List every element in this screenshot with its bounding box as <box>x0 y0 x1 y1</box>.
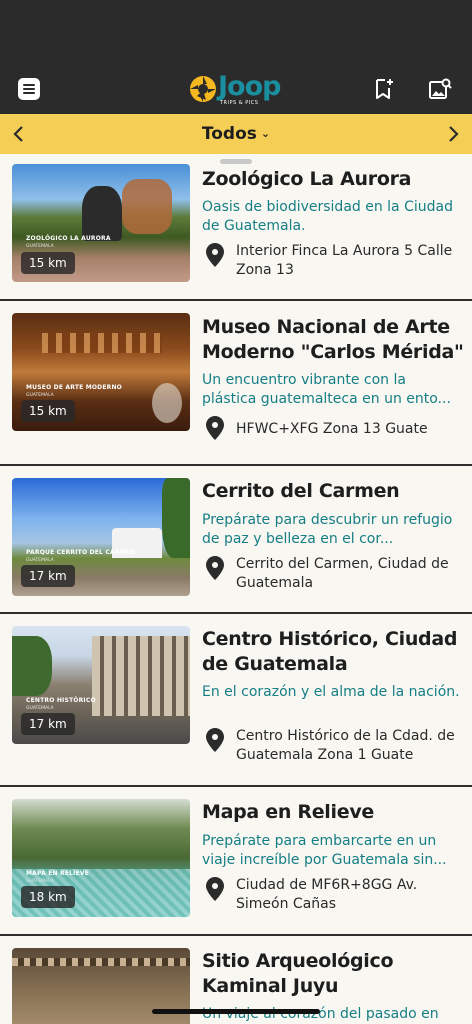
place-image: MUSEO DE ARTE MODERNO GUATEMALA 15 km <box>12 313 190 431</box>
divider <box>0 299 472 301</box>
logo-wordmark: Joop <box>218 71 281 102</box>
image-sublabel: GUATEMALA <box>26 244 54 249</box>
joop-logo: Joop TRIPS & PICS <box>188 72 284 110</box>
category-dropdown[interactable]: Todos ⌄ <box>0 123 472 145</box>
divider <box>0 464 472 466</box>
place-description: Prepárate para descubrir un refugio de p… <box>202 512 453 547</box>
place-description: En el corazón y el alma de la nación. <box>202 684 460 700</box>
location-pin-icon <box>206 556 224 580</box>
category-filter-bar: Todos ⌄ <box>0 114 472 154</box>
divider <box>0 612 472 614</box>
image-sublabel: GUATEMALA <box>26 706 54 711</box>
location-pin-icon <box>206 416 224 440</box>
place-title: Centro Histórico, Ciudad de Guatemala <box>202 628 458 675</box>
home-indicator[interactable] <box>152 1009 320 1014</box>
image-search-icon[interactable] <box>428 77 452 101</box>
image-label: MAPA EN RELIEVE <box>26 870 90 877</box>
logo-tagline: TRIPS & PICS <box>220 100 259 106</box>
drag-handle[interactable] <box>220 159 252 164</box>
image-label: PARQUE CERRITO DEL CARMEN <box>26 549 136 556</box>
place-image: CENTRO HISTÓRICO GUATEMALA 17 km <box>12 626 190 744</box>
distance-badge: 15 km <box>21 252 75 274</box>
location-pin-icon <box>206 728 224 752</box>
bookmark-add-icon[interactable] <box>372 77 396 101</box>
place-address: HFWC+XFG Zona 13 Guate <box>236 421 428 437</box>
aperture-logo-icon <box>190 76 216 102</box>
image-sublabel: GUATEMALA <box>26 393 54 398</box>
place-description: Oasis de biodiversidad en la Ciudad de G… <box>202 199 453 234</box>
place-address: Cerrito del Carmen, Ciudad de Guatemala <box>236 556 449 591</box>
image-sublabel: GUATEMALA <box>26 558 54 563</box>
place-image: MAPA EN RELIEVE GUATEMALA 18 km <box>12 799 190 917</box>
place-address: Centro Histórico de la Cdad. de Guatemal… <box>236 728 455 763</box>
place-description: Prepárate para embarcarte en un viaje in… <box>202 833 447 868</box>
distance-badge: 17 km <box>21 713 75 735</box>
image-label: ZOOLÓGICO LA AURORA <box>26 235 111 242</box>
place-card[interactable]: ZOOLÓGICO LA AURORA GUATEMALA 15 km Zool… <box>0 164 472 300</box>
location-pin-icon <box>206 877 224 901</box>
distance-badge: 17 km <box>21 565 75 587</box>
location-pin-icon <box>206 243 224 267</box>
divider <box>0 934 472 936</box>
place-card[interactable]: CENTRO HISTÓRICO GUATEMALA 17 km Centro … <box>0 626 472 784</box>
place-title: Cerrito del Carmen <box>202 480 400 502</box>
app-header: Joop TRIPS & PICS <box>0 70 472 114</box>
divider <box>0 785 472 787</box>
place-title: Sitio Arqueológico Kaminal Juyu <box>202 950 394 997</box>
status-bar <box>0 0 472 70</box>
category-label: Todos <box>201 124 257 144</box>
place-card[interactable]: MAPA EN RELIEVE GUATEMALA 18 km Mapa en … <box>0 799 472 935</box>
place-title: Museo Nacional de Arte Moderno "Carlos M… <box>202 316 464 363</box>
place-address: Interior Finca La Aurora 5 Calle Zona 13 <box>236 243 453 278</box>
image-label: MUSEO DE ARTE MODERNO <box>26 384 122 391</box>
menu-icon[interactable] <box>18 78 40 100</box>
place-address: Ciudad de MF6R+8GG Av. Simeón Cañas <box>236 877 418 912</box>
image-label: CENTRO HISTÓRICO <box>26 697 96 704</box>
place-description: Un encuentro vibrante con la plástica gu… <box>202 372 451 407</box>
place-title: Mapa en Relieve <box>202 801 374 823</box>
place-image: PARQUE CERRITO DEL CARMEN GUATEMALA 17 k… <box>12 478 190 596</box>
place-card[interactable]: MUSEO DE ARTE MODERNO GUATEMALA 15 km Mu… <box>0 313 472 463</box>
place-title: Zoológico La Aurora <box>202 168 412 190</box>
chevron-down-icon: ⌄ <box>260 127 271 140</box>
place-card[interactable]: PARQUE CERRITO DEL CARMEN GUATEMALA 17 k… <box>0 478 472 612</box>
chevron-right-icon[interactable] <box>443 124 463 144</box>
image-sublabel: GUATEMALA <box>26 879 54 884</box>
place-description: Un viaje al corazón del pasado en <box>202 1006 439 1022</box>
distance-badge: 18 km <box>21 886 75 908</box>
place-image: ZOOLÓGICO LA AURORA GUATEMALA 15 km <box>12 164 190 282</box>
distance-badge: 15 km <box>21 400 75 422</box>
